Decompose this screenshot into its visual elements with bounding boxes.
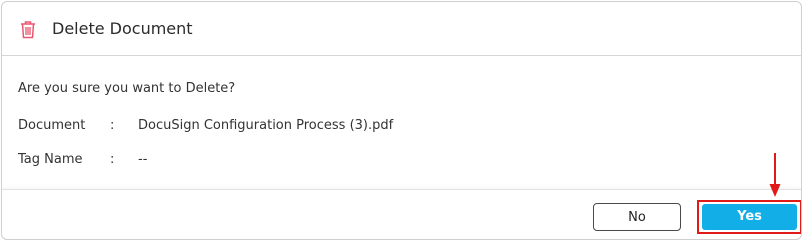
document-value: DocuSign Configuration Process (3).pdf xyxy=(138,118,394,133)
trash-icon xyxy=(19,20,37,39)
yes-button-highlight: Yes xyxy=(697,200,801,234)
document-label: Document xyxy=(18,118,86,133)
confirmation-prompt: Are you sure you want to Delete? xyxy=(18,81,236,96)
document-separator: : xyxy=(110,118,115,133)
dialog-header: Delete Document xyxy=(2,2,801,56)
red-arrow-icon xyxy=(768,153,782,198)
dialog-title: Delete Document xyxy=(52,19,193,38)
tag-name-value: -- xyxy=(138,152,148,167)
tag-name-separator: : xyxy=(110,152,115,167)
dialog-footer: No Yes xyxy=(2,189,801,239)
delete-document-dialog: Delete Document Are you sure you want to… xyxy=(1,1,802,240)
yes-button[interactable]: Yes xyxy=(702,204,797,230)
tag-name-label: Tag Name xyxy=(18,152,83,167)
no-button[interactable]: No xyxy=(593,203,681,231)
